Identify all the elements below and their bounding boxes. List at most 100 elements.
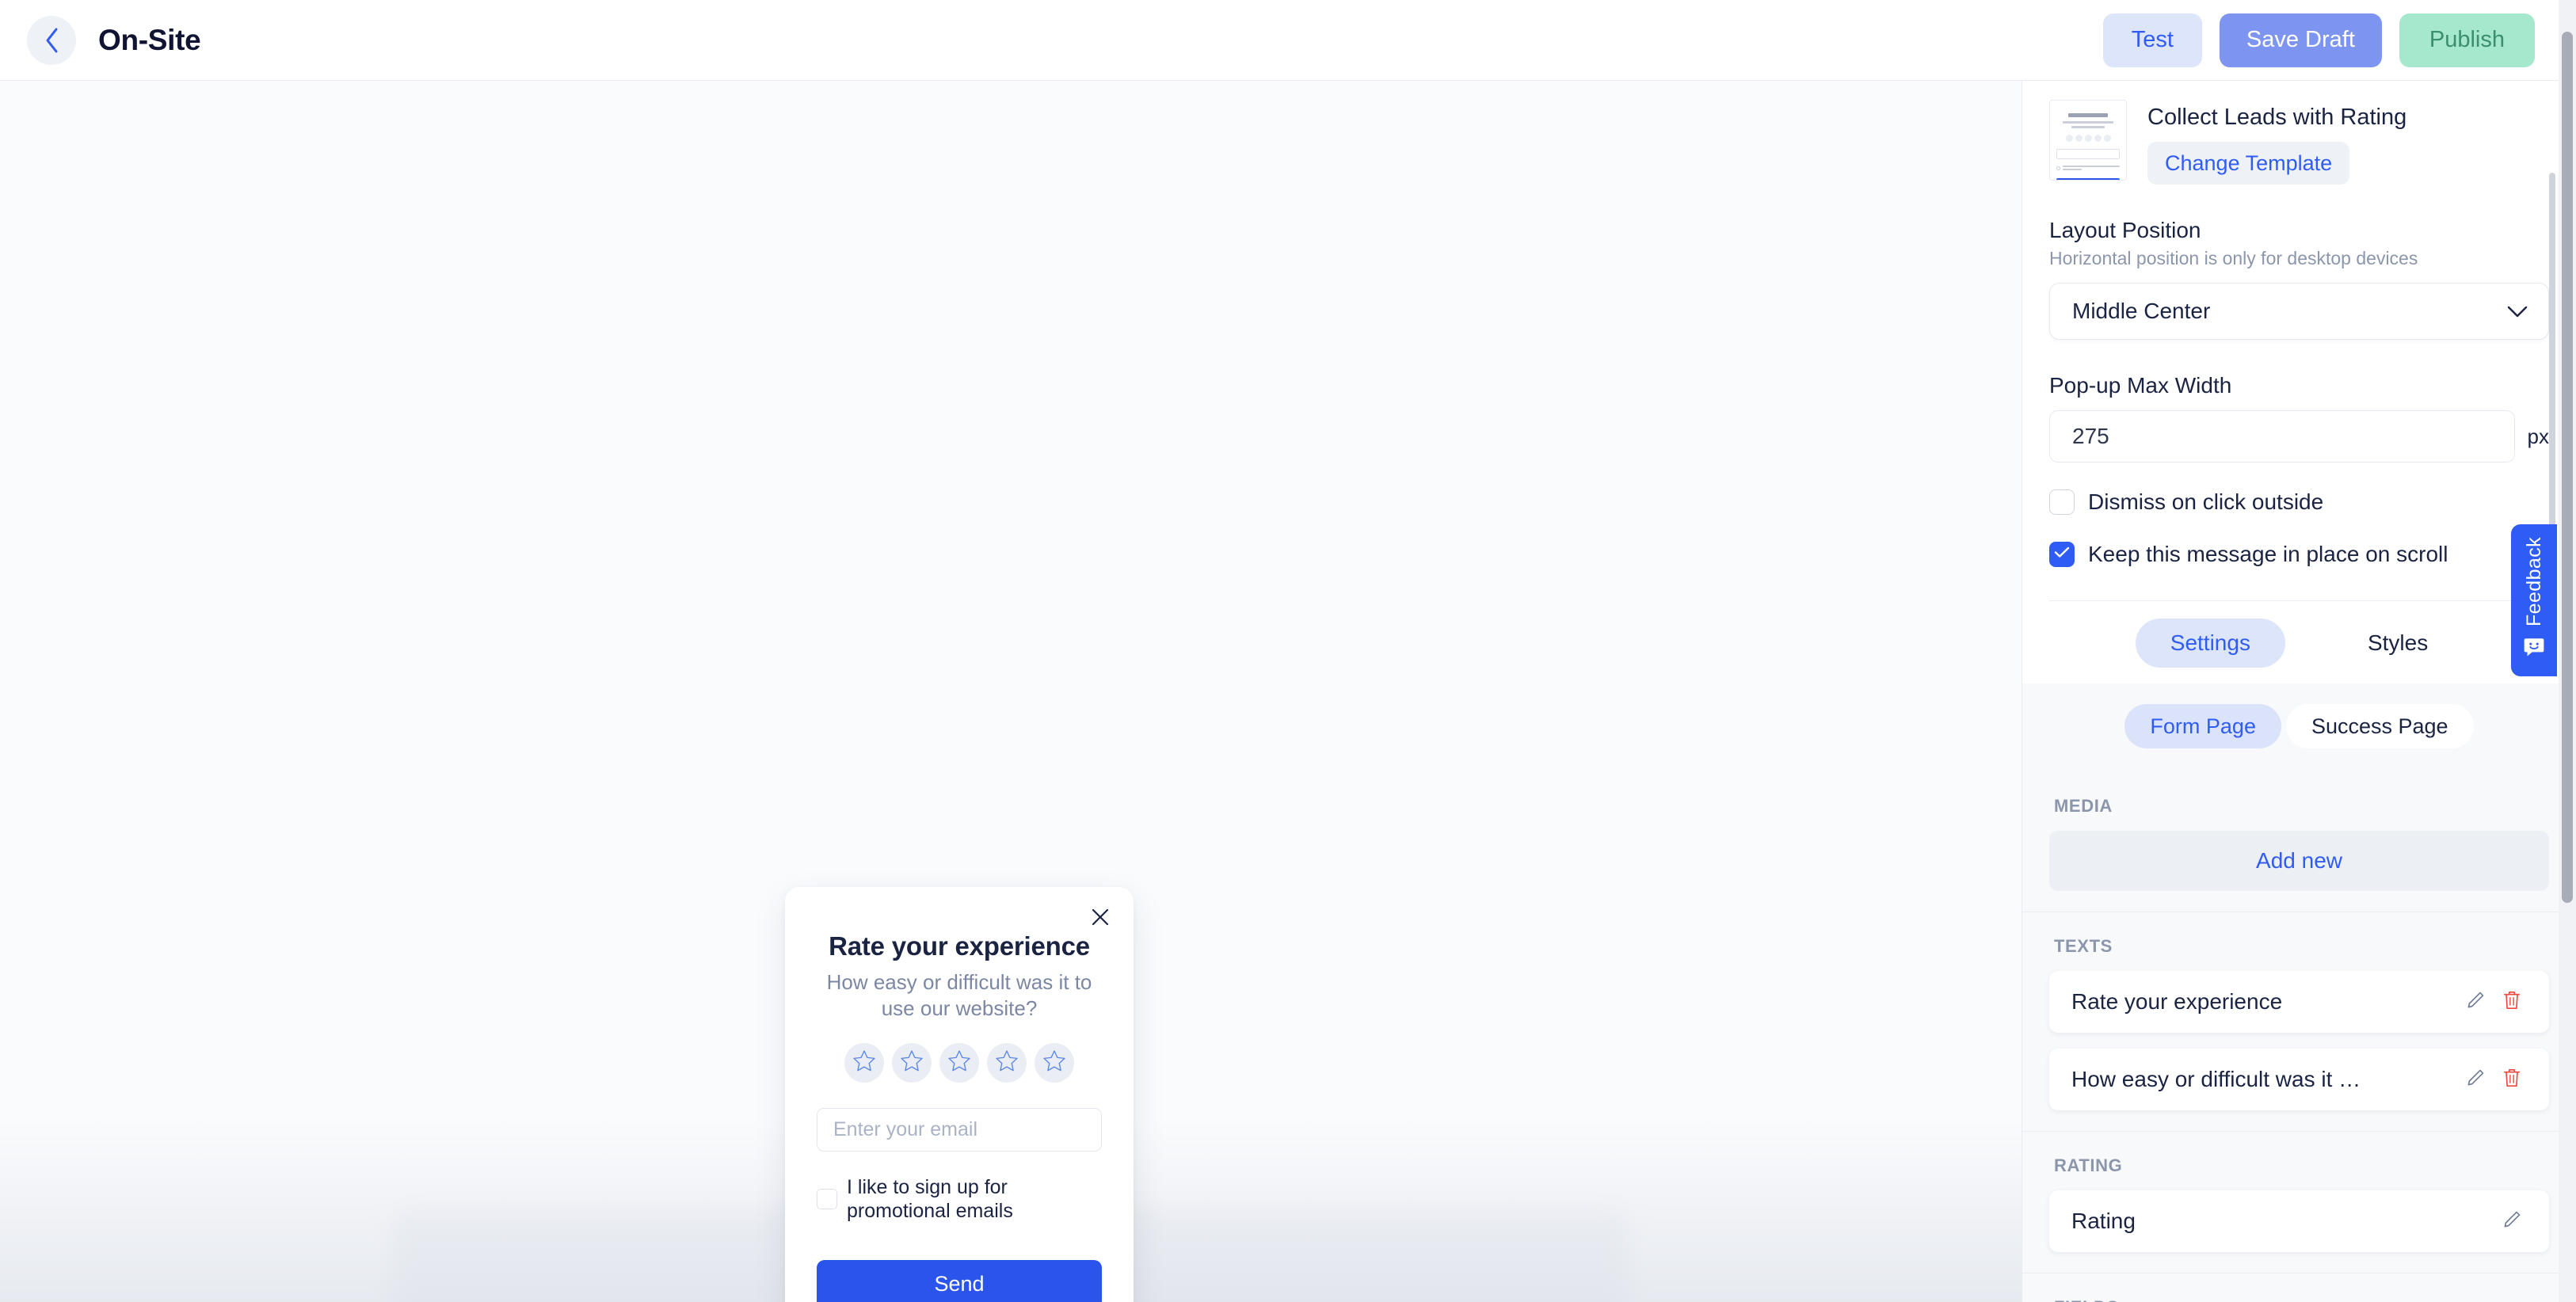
edit-rating-button[interactable] (2494, 1203, 2530, 1239)
close-icon (1092, 908, 1109, 930)
section-fields-heading: FIELDS (2049, 1273, 2549, 1302)
section-rating: RATING Rating (2022, 1132, 2576, 1252)
panel-sub-tabs: Form Page Success Page (2022, 683, 2576, 772)
star-outline-icon (995, 1049, 1019, 1076)
template-thumbnail[interactable] (2049, 100, 2127, 181)
tab-settings[interactable]: Settings (2135, 619, 2285, 668)
tab-styles[interactable]: Styles (2333, 619, 2463, 668)
star-4[interactable] (987, 1042, 1027, 1083)
dismiss-on-click-outside-checkbox[interactable] (2049, 489, 2075, 515)
popup-send-button[interactable]: Send (817, 1259, 1102, 1302)
popup-consent-checkbox[interactable] (817, 1189, 837, 1210)
preview-canvas[interactable]: Rate your experience How easy or difficu… (0, 81, 2022, 1302)
app-root: On-Site Test Save Draft Publish Rate you… (0, 0, 2576, 1302)
keep-in-place-row[interactable]: Keep this message in place on scroll (2049, 542, 2549, 567)
thumb-star (2103, 135, 2111, 142)
test-button[interactable]: Test (2102, 13, 2202, 67)
thumb-stars (2056, 135, 2120, 142)
pencil-icon (2502, 1209, 2522, 1234)
popup-close-button[interactable] (1084, 903, 1116, 935)
layout-position-select[interactable]: Middle Center (2049, 283, 2549, 340)
window-scrollbar-thumb[interactable] (2562, 32, 2573, 903)
template-meta: Collect Leads with Rating Change Templat… (2147, 100, 2406, 185)
star-outline-icon (947, 1049, 971, 1076)
feedback-smiley-icon (2522, 638, 2546, 662)
popup-email-input[interactable]: Enter your email (817, 1107, 1102, 1152)
thumb-star (2094, 135, 2102, 142)
star-5[interactable] (1035, 1042, 1074, 1083)
table-row[interactable]: Rate your experience (2049, 971, 2549, 1033)
edit-text-button[interactable] (2457, 1061, 2494, 1098)
workspace: Rate your experience How easy or difficu… (0, 81, 2576, 1302)
text-item-label: How easy or difficult was it … (2071, 1067, 2361, 1091)
trash-icon (2502, 990, 2521, 1015)
star-2[interactable] (892, 1042, 932, 1083)
template-name: Collect Leads with Rating (2147, 105, 2407, 130)
max-width-label: Pop-up Max Width (2049, 373, 2232, 398)
feedback-tab[interactable]: Feedback (2511, 524, 2557, 676)
save-draft-button[interactable]: Save Draft (2219, 13, 2382, 67)
thumb-sub-line-1 (2063, 121, 2113, 124)
max-width-unit: px (2527, 424, 2549, 448)
delete-text-button[interactable] (2494, 984, 2530, 1020)
layout-position-value: Middle Center (2072, 299, 2211, 323)
check-icon (2054, 546, 2070, 562)
dismiss-on-click-outside-row[interactable]: Dismiss on click outside (2049, 489, 2549, 515)
panel-main-tabs: Settings Styles (2049, 600, 2549, 683)
edit-text-button[interactable] (2457, 984, 2494, 1020)
keep-in-place-checkbox[interactable] (2049, 542, 2075, 567)
back-button[interactable] (27, 15, 76, 65)
settings-panel: Collect Leads with Rating Change Templat… (2022, 81, 2576, 1302)
change-template-button[interactable]: Change Template (2147, 142, 2350, 185)
star-outline-icon (852, 1049, 876, 1076)
star-outline-icon (1042, 1049, 1066, 1076)
popup-title: Rate your experience (829, 931, 1090, 961)
text-item-label: Rate your experience (2071, 989, 2283, 1014)
star-3[interactable] (939, 1042, 979, 1083)
section-rating-heading: RATING (2054, 1155, 2123, 1175)
top-toolbar: On-Site Test Save Draft Publish (0, 0, 2576, 81)
thumb-sub-line-2 (2071, 126, 2105, 128)
tab-form-page[interactable]: Form Page (2124, 704, 2281, 748)
window-scrollbar[interactable] (2559, 0, 2576, 1302)
feedback-label: Feedback (2522, 537, 2545, 626)
layout-position-label: Layout Position (2049, 218, 2201, 242)
thumb-star (2084, 135, 2092, 142)
section-media: MEDIA Add new (2022, 772, 2576, 891)
template-row: Collect Leads with Rating Change Templat… (2049, 100, 2549, 185)
chevron-down-icon (2507, 299, 2528, 324)
table-row[interactable]: How easy or difficult was it … (2049, 1049, 2549, 1110)
popup-preview[interactable]: Rate your experience How easy or difficu… (785, 887, 1134, 1302)
thumb-send-button (2056, 178, 2120, 180)
thumb-input (2056, 149, 2120, 159)
publish-button[interactable]: Publish (2399, 13, 2535, 67)
popup-consent-row[interactable]: I like to sign up for promotional emails (817, 1175, 1102, 1224)
rating-item-label: Rating (2071, 1209, 2136, 1233)
thumb-consent (2056, 166, 2120, 170)
max-width-row: 275 px (2049, 410, 2549, 463)
star-outline-icon (900, 1049, 924, 1076)
pencil-icon (2465, 1068, 2486, 1092)
thumb-consent-line-1 (2063, 166, 2120, 167)
thumb-star (2065, 135, 2073, 142)
max-width-input[interactable]: 275 (2049, 410, 2515, 463)
rating-stars[interactable] (817, 1042, 1102, 1083)
panel-scrollbar[interactable] (2547, 163, 2557, 1302)
keep-in-place-label: Keep this message in place on scroll (2088, 542, 2448, 566)
dismiss-on-click-outside-label: Dismiss on click outside (2088, 489, 2324, 514)
tab-success-page[interactable]: Success Page (2285, 704, 2474, 748)
pencil-icon (2465, 990, 2486, 1015)
section-fields: FIELDS Email (2022, 1273, 2576, 1302)
delete-text-button[interactable] (2494, 1061, 2530, 1098)
popup-subtitle: How easy or difficult was it to use our … (826, 970, 1092, 1021)
thumb-consent-lines (2063, 166, 2120, 170)
thumb-consent-line-2 (2063, 169, 2083, 170)
media-add-new-button[interactable]: Add new (2049, 831, 2549, 891)
toolbar-actions: Test Save Draft Publish (2102, 13, 2535, 67)
table-row[interactable]: Rating (2049, 1190, 2549, 1252)
chevron-left-icon (43, 27, 60, 54)
thumb-title-line (2068, 113, 2108, 117)
trash-icon (2502, 1068, 2521, 1092)
panel-content-scroll[interactable]: Form Page Success Page MEDIA Add new TEX… (2022, 683, 2576, 1302)
star-1[interactable] (844, 1042, 884, 1083)
